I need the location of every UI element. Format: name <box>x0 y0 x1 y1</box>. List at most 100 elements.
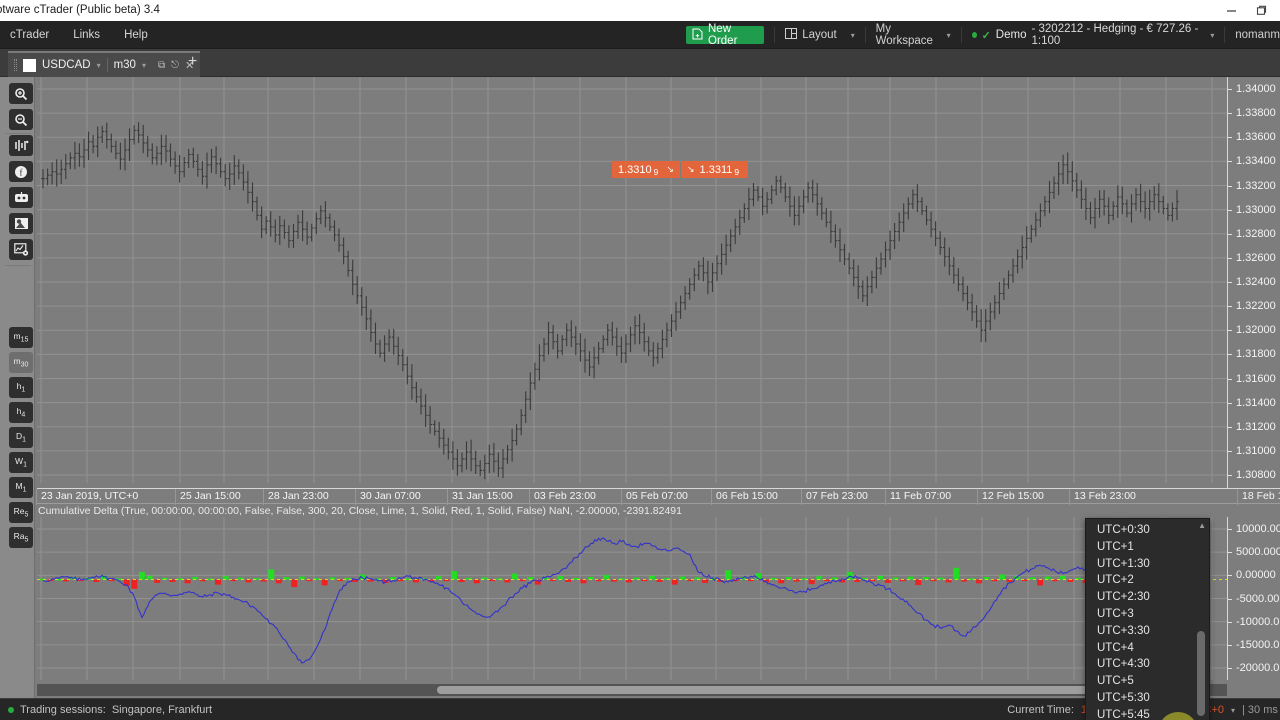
price-tick <box>1228 475 1232 476</box>
timeframe-h1-button[interactable]: h1 <box>9 377 33 398</box>
timezone-option[interactable]: UTC+2 <box>1086 572 1199 589</box>
time-tick-label: 30 Jan 07:00 <box>360 490 421 502</box>
time-tick <box>711 489 712 505</box>
ask-price-tag[interactable]: ↘ 1.3311 9 <box>681 161 749 178</box>
bid-price-tag[interactable]: 1.3310 9 ↘ <box>612 161 680 178</box>
price-tick <box>1228 378 1232 380</box>
time-tick-label: 23 Jan 2019, UTC+0 <box>41 490 139 502</box>
chart-settings-icon[interactable] <box>9 239 33 260</box>
price-chart-plot[interactable] <box>37 77 1227 488</box>
timezone-dropdown[interactable]: UTC+0:30 UTC+1 UTC+1:30 UTC+2 UTC+2:30 UTC+3 U… <box>1085 518 1210 720</box>
cumulative-delta-pane[interactable] <box>37 517 1227 680</box>
time-axis[interactable]: 23 Jan 2019, UTC+0 25 Jan 15:00 28 Jan 23:… <box>36 488 1280 505</box>
price-axis[interactable]: 1.34000 1.33800 1.33600 1.33400 1.33200 1.330… <box>1227 77 1280 488</box>
indicators-icon[interactable] <box>9 135 33 156</box>
timeframe-renko-button[interactable]: Re5 <box>9 502 33 523</box>
chart-horizontal-scrollbar[interactable] <box>37 684 1227 696</box>
timeframe-d1-button[interactable]: D1 <box>9 427 33 448</box>
duplicate-icon[interactable]: ⎋ <box>171 60 179 71</box>
timezone-option[interactable]: UTC+4 <box>1086 640 1199 657</box>
zoom-out-icon[interactable] <box>9 109 33 130</box>
robot-icon[interactable] <box>9 187 33 208</box>
user-name-label[interactable]: nomanm <box>1235 29 1280 41</box>
workspace-button[interactable]: My Workspace ▾ <box>876 23 951 47</box>
time-tick <box>621 489 622 505</box>
toolbar-divider-2 <box>864 27 866 43</box>
indicator-title[interactable]: Cumulative Delta (True, 00:00:00, 00:00:… <box>38 505 682 517</box>
layout-button[interactable]: Layout <box>785 28 837 42</box>
menu-item-help[interactable]: Help <box>120 27 152 43</box>
chart-tab-usdcad[interactable]: USDCAD ▾ m30 ▾ ⧉ ⎋ ✕ <box>8 51 201 77</box>
objects-icon[interactable] <box>9 213 33 234</box>
current-time-label: Current Time: <box>1007 704 1074 716</box>
price-tick <box>1228 402 1232 404</box>
layout-caret-icon[interactable]: ▾ <box>851 31 855 40</box>
timeframe-range-button[interactable]: Ra5 <box>9 527 33 548</box>
price-tick-label: 1.33200 <box>1236 179 1276 192</box>
cumulative-delta-svg <box>37 517 1227 680</box>
time-tick-label: 06 Feb 15:00 <box>716 490 778 502</box>
timezone-option[interactable]: UTC+4:30 <box>1086 656 1199 673</box>
menu-item-links[interactable]: Links <box>69 27 104 43</box>
time-tick-label: 13 Feb 23:00 <box>1074 490 1136 502</box>
price-tick <box>1228 185 1232 187</box>
symbol-caret-icon[interactable]: ▾ <box>97 61 101 70</box>
price-tick-label: 1.33400 <box>1236 155 1276 168</box>
layout-label: Layout <box>802 29 837 41</box>
timezone-option[interactable]: UTC+0:30 <box>1086 522 1199 539</box>
fibonacci-icon[interactable]: f <box>9 161 33 182</box>
time-tick-label: 18 Feb 15:00 <box>1242 490 1280 502</box>
indicator-tick <box>1228 621 1232 623</box>
window-title: otware cTrader (Public beta) 3.4 <box>0 4 160 16</box>
new-order-label: New Order <box>708 23 738 47</box>
price-tick-label: 1.31600 <box>1236 372 1276 385</box>
dropdown-scrollbar[interactable]: ▲ ▼ <box>1197 521 1207 720</box>
timeframe-mn1-button[interactable]: M1 <box>9 477 33 498</box>
toolbar-divider-1 <box>774 27 776 43</box>
price-tick <box>1228 113 1232 115</box>
add-chart-tab-button[interactable]: + <box>188 53 197 71</box>
account-selector[interactable]: ✓ Demo - 3202212 - Hedging - € 727.26 - … <box>971 23 1214 47</box>
timezone-caret-icon[interactable]: ▾ <box>1231 706 1235 715</box>
scroll-up-icon[interactable]: ▲ <box>1198 521 1206 530</box>
menu-items: cTrader Links Help <box>6 21 152 49</box>
chart-tab-strip: USDCAD ▾ m30 ▾ ⧉ ⎋ ✕ + <box>0 49 1280 77</box>
verified-check-icon: ✓ <box>981 29 991 42</box>
price-tick <box>1228 354 1232 356</box>
sessions-status-dot <box>8 707 14 713</box>
timeframe-m15-button[interactable]: m15 <box>9 327 33 348</box>
timeframe-m30-button[interactable]: m30 <box>9 352 33 373</box>
zoom-in-icon[interactable] <box>9 83 33 104</box>
maximize-button[interactable] <box>1246 0 1276 21</box>
timeframe-caret-icon[interactable]: ▾ <box>142 61 146 70</box>
detach-icon[interactable]: ⧉ <box>158 60 165 71</box>
timeframe-h4-button[interactable]: h4 <box>9 402 33 423</box>
scrollbar-thumb[interactable] <box>437 686 1157 694</box>
timezone-option[interactable]: UTC+2:30 <box>1086 589 1199 606</box>
dropdown-scroll-thumb[interactable] <box>1197 631 1205 716</box>
menu-item-ctrader[interactable]: cTrader <box>6 27 53 43</box>
time-tick <box>175 489 176 505</box>
window-controls <box>1216 0 1276 21</box>
indicator-value-axis[interactable]: 10000.00 5000.000 0.00000 -5000.00 -10000.0 -… <box>1227 517 1280 680</box>
timezone-option[interactable]: UTC+3 <box>1086 606 1199 623</box>
title-bar: otware cTrader (Public beta) 3.4 <box>0 0 1280 21</box>
price-tick <box>1228 426 1232 428</box>
chart-tool-rail: f m15 m30 h1 h4 D1 W1 M1 Re5 Ra5 <box>0 77 35 698</box>
timezone-option[interactable]: UTC+3:30 <box>1086 623 1199 640</box>
indicator-tick-label: -5000.00 <box>1236 592 1280 605</box>
timezone-option-list: UTC+0:30 UTC+1 UTC+1:30 UTC+2 UTC+2:30 UTC+3 U… <box>1086 522 1199 720</box>
timezone-option[interactable]: UTC+5:30 <box>1086 690 1199 707</box>
timeframe-w1-button[interactable]: W1 <box>9 452 33 473</box>
tab-symbol-label: USDCAD <box>42 59 91 71</box>
minimize-button[interactable] <box>1216 0 1246 21</box>
timezone-option[interactable]: UTC+1:30 <box>1086 556 1199 573</box>
time-tick <box>355 489 356 505</box>
timezone-option[interactable]: UTC+5 <box>1086 673 1199 690</box>
new-order-button[interactable]: New Order <box>686 23 765 47</box>
sessions-value: Singapore, Frankfurt <box>111 704 213 716</box>
price-tick-label: 1.33000 <box>1236 203 1276 216</box>
tab-grip-icon[interactable] <box>14 59 17 71</box>
indicator-grid <box>37 517 1227 680</box>
timezone-option[interactable]: UTC+1 <box>1086 539 1199 556</box>
